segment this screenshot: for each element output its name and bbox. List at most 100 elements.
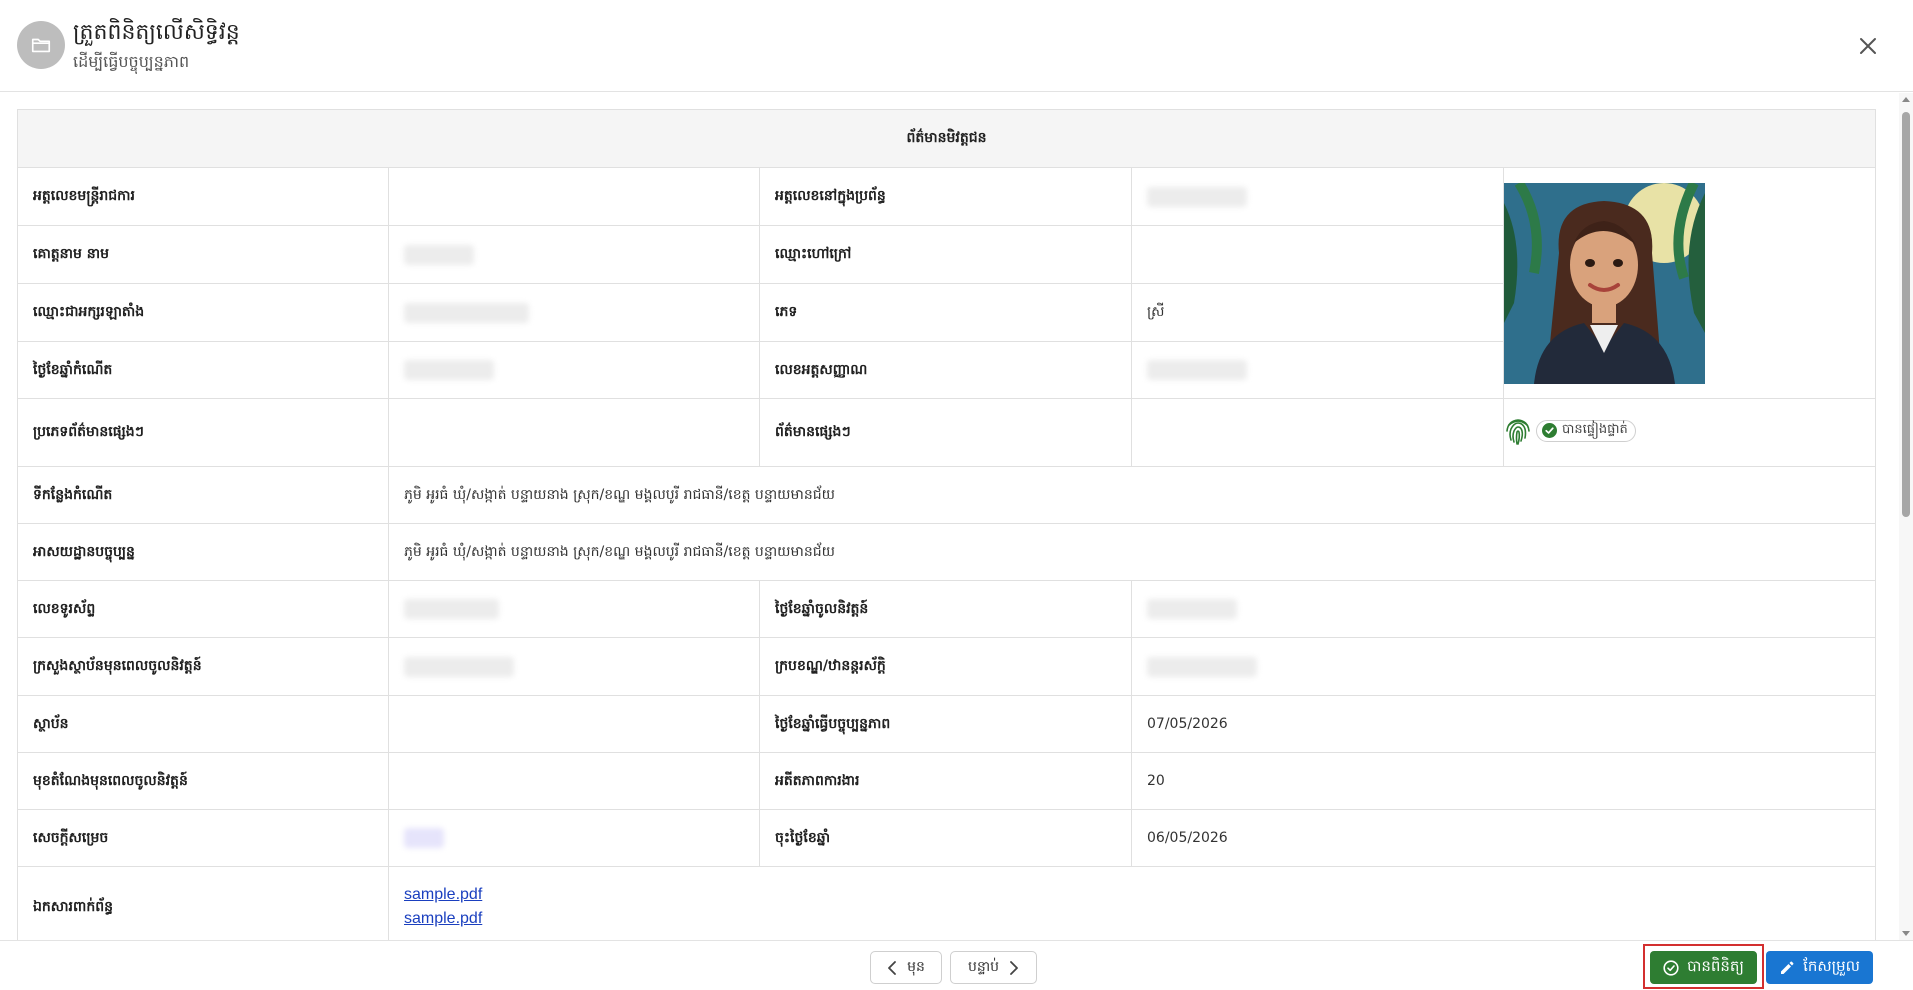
previous-button[interactable]: មុន <box>870 951 942 984</box>
nickname-value <box>1131 225 1504 284</box>
check-circle-icon <box>1542 423 1557 438</box>
mark-checked-button-label: បានពិនិត្យ <box>1687 956 1744 975</box>
table-row: ស្ថាប័ន ថ្ងៃខែឆ្នាំធ្វើបច្ចុប្បន្នភាព 07… <box>17 695 1877 753</box>
system-id-value <box>1131 167 1504 226</box>
latin-name-label: ឈ្មោះជាអក្សរឡាតាំង <box>17 283 389 342</box>
biometric-status: បានផ្ទៀងផ្ទាត់ <box>1504 416 1636 446</box>
dialog-title: ត្រួតពិនិត្យលើសិទ្ធិវន្ត <box>73 20 240 45</box>
redacted-value <box>404 599 499 619</box>
chevron-left-icon <box>888 960 897 975</box>
update-date-label: ថ្ងៃខែឆ្នាំធ្វើបច្ចុប្បន្នភាព <box>759 695 1132 753</box>
pencil-icon <box>1781 961 1794 974</box>
check-circle-outline-icon <box>1663 959 1679 976</box>
fingerprint-icon <box>1506 418 1530 445</box>
biometric-cell: បានផ្ទៀងផ្ទាត់ <box>1502 398 1877 467</box>
photo-cell <box>1502 167 1877 399</box>
table-row: ក្រសួងស្ថាប័នមុនពេលចូលនិវត្តន៍ ក្របខណ្ឌ/… <box>17 637 1877 696</box>
ministry-value <box>388 637 760 696</box>
signed-date-label: ចុះថ្ងៃខែឆ្នាំ <box>759 809 1132 867</box>
chevron-right-icon <box>1010 960 1018 975</box>
ministry-label: ក្រសួងស្ថាប័នមុនពេលចូលនិវត្តន៍ <box>17 637 389 696</box>
redacted-value <box>404 302 529 323</box>
table-row: អាសយដ្ឋានបច្ចុប្បន្ន ភូមិ អូរធំ ឃុំ/សង្ក… <box>17 523 1877 581</box>
years-label: អតីតភាពការងារ <box>759 752 1132 810</box>
attachment-link[interactable]: sample.pdf <box>404 883 1860 907</box>
profile-photo <box>1504 182 1705 384</box>
position-value <box>388 752 760 810</box>
decision-value <box>388 809 760 867</box>
gender-value: ស្រី <box>1131 283 1504 342</box>
dialog-content[interactable]: ព័ត៌មានមិវត្តជន អត្តលេខមន្ត្រីរាជការ អត្… <box>0 93 1913 940</box>
dob-value <box>388 341 760 399</box>
address-value: ភូមិ អូរធំ ឃុំ/សង្កាត់ បន្ទាយនាង ស្រុក/ខ… <box>387 523 1877 581</box>
id-card-value <box>1131 341 1504 399</box>
attachments-label: ឯកសារពាក់ព័ន្ធ <box>17 866 389 940</box>
latin-name-value <box>388 283 760 342</box>
scroll-down-arrow[interactable] <box>1902 931 1910 936</box>
system-id-label: អត្តលេខនៅក្នុងប្រព័ន្ធ <box>759 167 1132 226</box>
edit-button-label: កែសម្រួល <box>1803 956 1860 975</box>
redacted-value <box>404 360 494 380</box>
table-row: ប្រភេទព័ត៌មានផ្សេងៗ ព័ត៌មានផ្សេងៗ បានផ្ទ… <box>17 398 1877 467</box>
officer-id-label: អត្តលេខមន្ត្រីរាជការ <box>17 167 389 226</box>
next-button[interactable]: បន្ទាប់ <box>950 951 1037 984</box>
rank-label: ក្របខណ្ឌ/ឋានន្តរស័ក្តិ <box>759 637 1132 696</box>
content-scrollbar[interactable] <box>1899 93 1913 940</box>
dialog-footer: មុន បន្ទាប់ បានពិនិត្យ កែសម្រួល <box>0 940 1913 990</box>
previous-button-label: មុន <box>907 959 925 975</box>
name-label: គោត្តនាម នាម <box>17 225 389 284</box>
edit-button[interactable]: កែសម្រួល <box>1766 951 1873 984</box>
retire-date-label: ថ្ងៃខែឆ្នាំចូលនិវត្តន៍ <box>759 580 1132 638</box>
folder-icon <box>31 38 51 53</box>
verified-badge-label: បានផ្ទៀងផ្ទាត់ <box>1562 422 1628 437</box>
dialog-header: ត្រួតពិនិត្យលើសិទ្ធិវន្ត ដើម្បីធ្វើបច្ចុ… <box>0 0 1913 92</box>
address-label: អាសយដ្ឋានបច្ចុប្បន្ន <box>17 523 389 581</box>
folder-avatar <box>17 21 65 69</box>
table-title: ព័ត៌មានមិវត្តជន <box>16 109 1877 168</box>
other-info-label: ព័ត៌មានផ្សេងៗ <box>759 398 1132 467</box>
retire-date-value <box>1130 580 1877 638</box>
redacted-value <box>404 828 444 848</box>
scroll-up-arrow[interactable] <box>1902 97 1910 102</box>
retiree-info-table: ព័ត៌មានមិវត្តជន អត្តលេខមន្ត្រីរាជការ អត្… <box>16 109 1877 940</box>
phone-label: លេខទូរស័ព្ទ <box>17 580 389 638</box>
attachments-value: sample.pdf sample.pdf <box>387 866 1877 940</box>
years-value: 20 <box>1130 752 1877 810</box>
redacted-value <box>404 656 514 677</box>
mark-checked-button[interactable]: បានពិនិត្យ <box>1650 951 1757 984</box>
institution-value <box>388 695 760 753</box>
name-value <box>388 225 760 284</box>
redacted-value <box>1147 186 1247 207</box>
dob-label: ថ្ងៃខែឆ្នាំកំណើត <box>17 341 389 399</box>
phone-value <box>388 580 760 638</box>
redacted-value <box>404 244 474 265</box>
decision-label: សេចក្តីសម្រេច <box>17 809 389 867</box>
table-row: លេខទូរស័ព្ទ ថ្ងៃខែឆ្នាំចូលនិវត្តន៍ <box>17 580 1877 638</box>
redacted-value <box>1147 656 1257 677</box>
next-button-label: បន្ទាប់ <box>967 959 1000 975</box>
other-info-value <box>1131 398 1504 467</box>
rank-value <box>1130 637 1877 696</box>
nickname-label: ឈ្មោះហៅក្រៅ <box>759 225 1132 284</box>
verified-badge: បានផ្ទៀងផ្ទាត់ <box>1536 419 1636 442</box>
gender-label: ភេទ <box>759 283 1132 342</box>
officer-id-value <box>388 167 760 226</box>
other-info-type-label: ប្រភេទព័ត៌មានផ្សេងៗ <box>17 398 389 467</box>
signed-date-value: 06/05/2026 <box>1130 809 1877 867</box>
attachment-link[interactable]: sample.pdf <box>404 907 1860 931</box>
institution-label: ស្ថាប័ន <box>17 695 389 753</box>
scroll-thumb[interactable] <box>1902 112 1910 517</box>
close-icon <box>1860 38 1876 54</box>
id-card-label: លេខអត្តសញ្ញាណ <box>759 341 1132 399</box>
other-info-type-value <box>388 398 760 467</box>
birthplace-label: ទីកន្លែងកំណើត <box>17 466 389 524</box>
table-row: ឯកសារពាក់ព័ន្ធ sample.pdf sample.pdf <box>17 866 1877 940</box>
birthplace-value: ភូមិ អូរធំ ឃុំ/សង្កាត់ បន្ទាយនាង ស្រុក/ខ… <box>387 466 1877 524</box>
dialog-subtitle: ដើម្បីធ្វើបច្ចុប្បន្នភាព <box>73 52 190 71</box>
close-button[interactable] <box>1853 31 1883 61</box>
table-row: មុខតំណែងមុនពេលចូលនិវត្តន៍ អតីតភាពការងារ … <box>17 752 1877 810</box>
redacted-value <box>1147 599 1237 619</box>
table-row: អត្តលេខមន្ត្រីរាជការ អត្តលេខនៅក្នុងប្រព័… <box>17 167 1877 399</box>
update-date-value: 07/05/2026 <box>1130 695 1877 753</box>
table-row: សេចក្តីសម្រេច ចុះថ្ងៃខែឆ្នាំ 06/05/2026 <box>17 809 1877 867</box>
